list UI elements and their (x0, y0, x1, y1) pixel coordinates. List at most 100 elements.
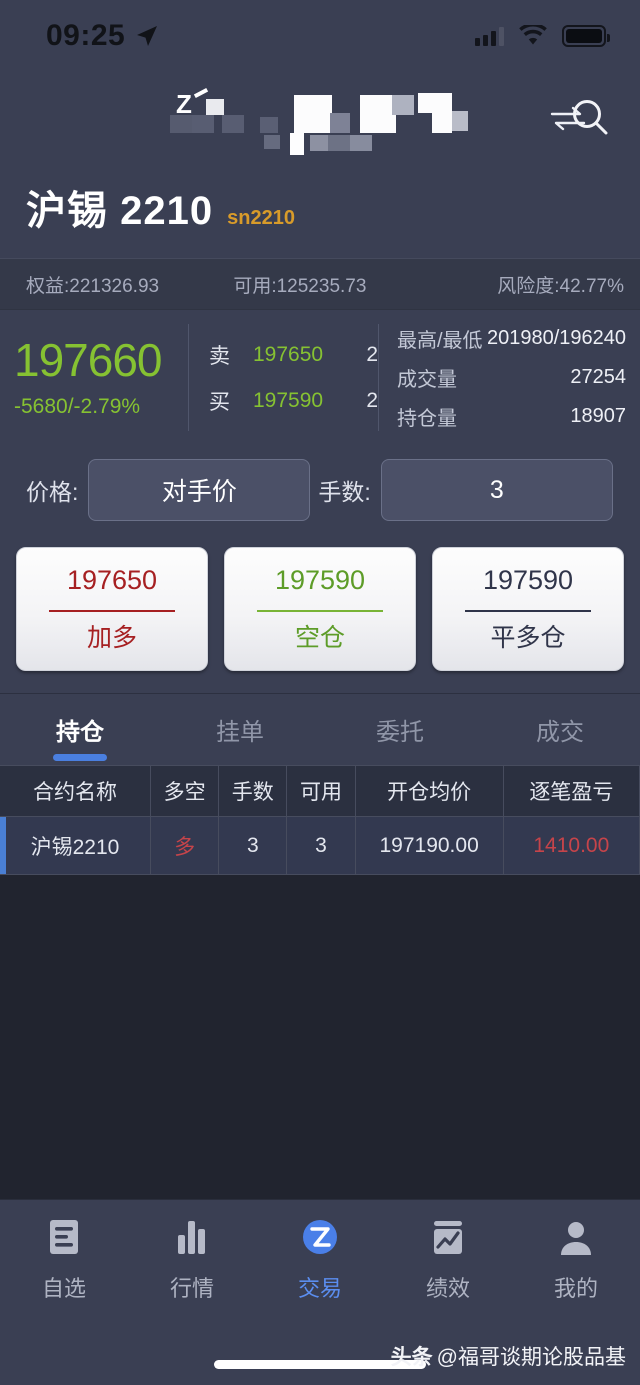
watermark: 头条 @福哥谈期论股品基 (391, 1341, 626, 1371)
bid-label: 买 (209, 390, 230, 414)
ask-price: 197650 (253, 342, 324, 366)
nav-item-trade[interactable]: 交易 (256, 1200, 384, 1317)
account-risk: 风险度:42.77% (497, 275, 624, 297)
empty-content-area (0, 875, 640, 1199)
instrument-title-bar: 沪锡 2210 sn2210 (0, 164, 640, 258)
tab-entrust[interactable]: 委托 (320, 694, 480, 765)
close-long-button[interactable]: 197590 平多仓 (432, 547, 624, 671)
cell-pnl: 1410.00 (504, 817, 640, 874)
short-button[interactable]: 197590 空仓 (224, 547, 416, 671)
column-header-pnl: 逐笔盈亏 (504, 766, 640, 816)
instrument-name: 沪锡 2210 (26, 189, 214, 233)
tab-trades[interactable]: 成交 (480, 694, 640, 765)
stat-value: 18907 (570, 405, 626, 427)
short-price: 197590 (274, 565, 366, 595)
quote-panel: 197660 -5680/-2.79% 卖 197650 2 买 197590 … (0, 310, 640, 443)
status-bar-right (475, 25, 610, 47)
ask-volume: 2 (366, 342, 378, 366)
column-header-direction: 多空 (151, 766, 220, 816)
list-document-icon (50, 1219, 78, 1254)
tab-label: 挂单 (216, 719, 264, 746)
bottom-navigation: 自选 行情 交易 绩效 我的 (0, 1199, 640, 1317)
nav-label: 交易 (297, 1275, 342, 1301)
table-row[interactable]: 沪锡2210 多 3 3 197190.00 1410.00 (0, 817, 640, 875)
quantity-input[interactable]: 3 (380, 459, 613, 521)
add-long-button[interactable]: 197650 加多 (16, 547, 208, 671)
nav-label: 我的 (553, 1275, 598, 1301)
nav-label: 绩效 (425, 1275, 470, 1301)
nav-label: 自选 (41, 1275, 86, 1301)
bid-row: 买 197590 2 (209, 386, 378, 416)
account-available: 可用:125235.73 (233, 275, 367, 297)
line-chart-box-icon (434, 1220, 462, 1254)
nav-item-watchlist[interactable]: 自选 (0, 1200, 128, 1317)
bid-ask-block: 卖 197650 2 买 197590 2 (188, 324, 378, 431)
location-arrow-icon (137, 26, 158, 46)
short-label: 空仓 (294, 624, 345, 652)
column-header-avg-price: 开仓均价 (356, 766, 504, 816)
column-header-lots: 手数 (219, 766, 288, 816)
active-tab-indicator (53, 754, 107, 761)
stat-label: 成交量 (397, 369, 457, 391)
price-label: 价格: (26, 479, 79, 505)
stat-label: 最高/最低 (397, 330, 483, 352)
stat-row: 最高/最低 201980/196240 (397, 324, 626, 353)
nav-item-quotes[interactable]: 行情 (128, 1200, 256, 1317)
positions-table: 合约名称 多空 手数 可用 开仓均价 逐笔盈亏 沪锡2210 多 3 3 197… (0, 765, 640, 875)
tab-label: 持仓 (56, 719, 104, 746)
table-header-row: 合约名称 多空 手数 可用 开仓均价 逐笔盈亏 (0, 765, 640, 817)
search-icon (573, 100, 608, 135)
account-equity: 权益:221326.93 (26, 275, 160, 297)
redacted-account-label: Z (170, 87, 470, 155)
person-icon (561, 1221, 591, 1255)
divider (257, 610, 383, 612)
positions-tabs: 持仓 挂单 委托 成交 (0, 693, 640, 765)
bar-chart-icon (178, 1220, 205, 1254)
stat-value: 27254 (570, 366, 626, 388)
status-bar-left: 09:25 (46, 19, 159, 53)
column-header-contract: 合约名称 (0, 766, 151, 816)
cell-direction: 多 (151, 817, 220, 874)
tab-positions[interactable]: 持仓 (0, 694, 160, 765)
stat-row: 持仓量 18907 (397, 402, 626, 431)
bid-price: 197590 (253, 388, 324, 412)
search-button[interactable] (562, 90, 618, 146)
divider (49, 610, 175, 612)
wifi-icon (519, 25, 547, 45)
cell-contract: 沪锡2210 (0, 817, 151, 874)
footer-bar: 头条 @福哥谈期论股品基 (0, 1317, 640, 1385)
stat-label: 持仓量 (397, 408, 457, 430)
cell-lots: 3 (219, 817, 288, 874)
close-long-label: 平多仓 (490, 624, 566, 652)
nav-label: 行情 (169, 1275, 214, 1301)
add-long-label: 加多 (86, 624, 137, 652)
ask-row: 卖 197650 2 (209, 340, 378, 370)
nav-item-performance[interactable]: 绩效 (384, 1200, 512, 1317)
trading-app-screen: 09:25 Z 沪锡 2210 sn2210 权益:221326.93 可用:1… (0, 0, 640, 1385)
watermark-handle: @福哥谈期论股品基 (436, 1346, 626, 1369)
ask-label: 卖 (209, 344, 230, 368)
last-price: 197660 (14, 334, 163, 387)
instrument-code: sn2210 (227, 207, 295, 229)
z-logo-icon (303, 1219, 337, 1254)
signal-bars-icon (475, 26, 504, 46)
price-change: -5680/-2.79% (14, 394, 141, 418)
nav-item-profile[interactable]: 我的 (512, 1200, 640, 1317)
price-input[interactable]: 对手价 (88, 459, 311, 521)
close-long-price: 197590 (482, 565, 574, 595)
cell-avg-price: 197190.00 (356, 817, 504, 874)
column-header-available: 可用 (287, 766, 356, 816)
last-price-block: 197660 -5680/-2.79% (0, 324, 188, 431)
status-bar: 09:25 (0, 0, 640, 72)
battery-full-icon (562, 25, 610, 47)
bid-volume: 2 (366, 388, 378, 412)
tab-pending-orders[interactable]: 挂单 (160, 694, 320, 765)
order-action-buttons: 197650 加多 197590 空仓 197590 平多仓 (0, 539, 640, 693)
order-input-row: 价格: 对手价 手数: 3 (0, 443, 640, 539)
quote-stats-block: 最高/最低 201980/196240 成交量 27254 持仓量 18907 (378, 324, 640, 431)
tab-label: 成交 (536, 719, 584, 746)
divider (465, 610, 591, 612)
account-summary-bar: 权益:221326.93 可用:125235.73 风险度:42.77% (0, 258, 640, 310)
cell-available: 3 (287, 817, 356, 874)
tab-label: 委托 (376, 719, 424, 746)
